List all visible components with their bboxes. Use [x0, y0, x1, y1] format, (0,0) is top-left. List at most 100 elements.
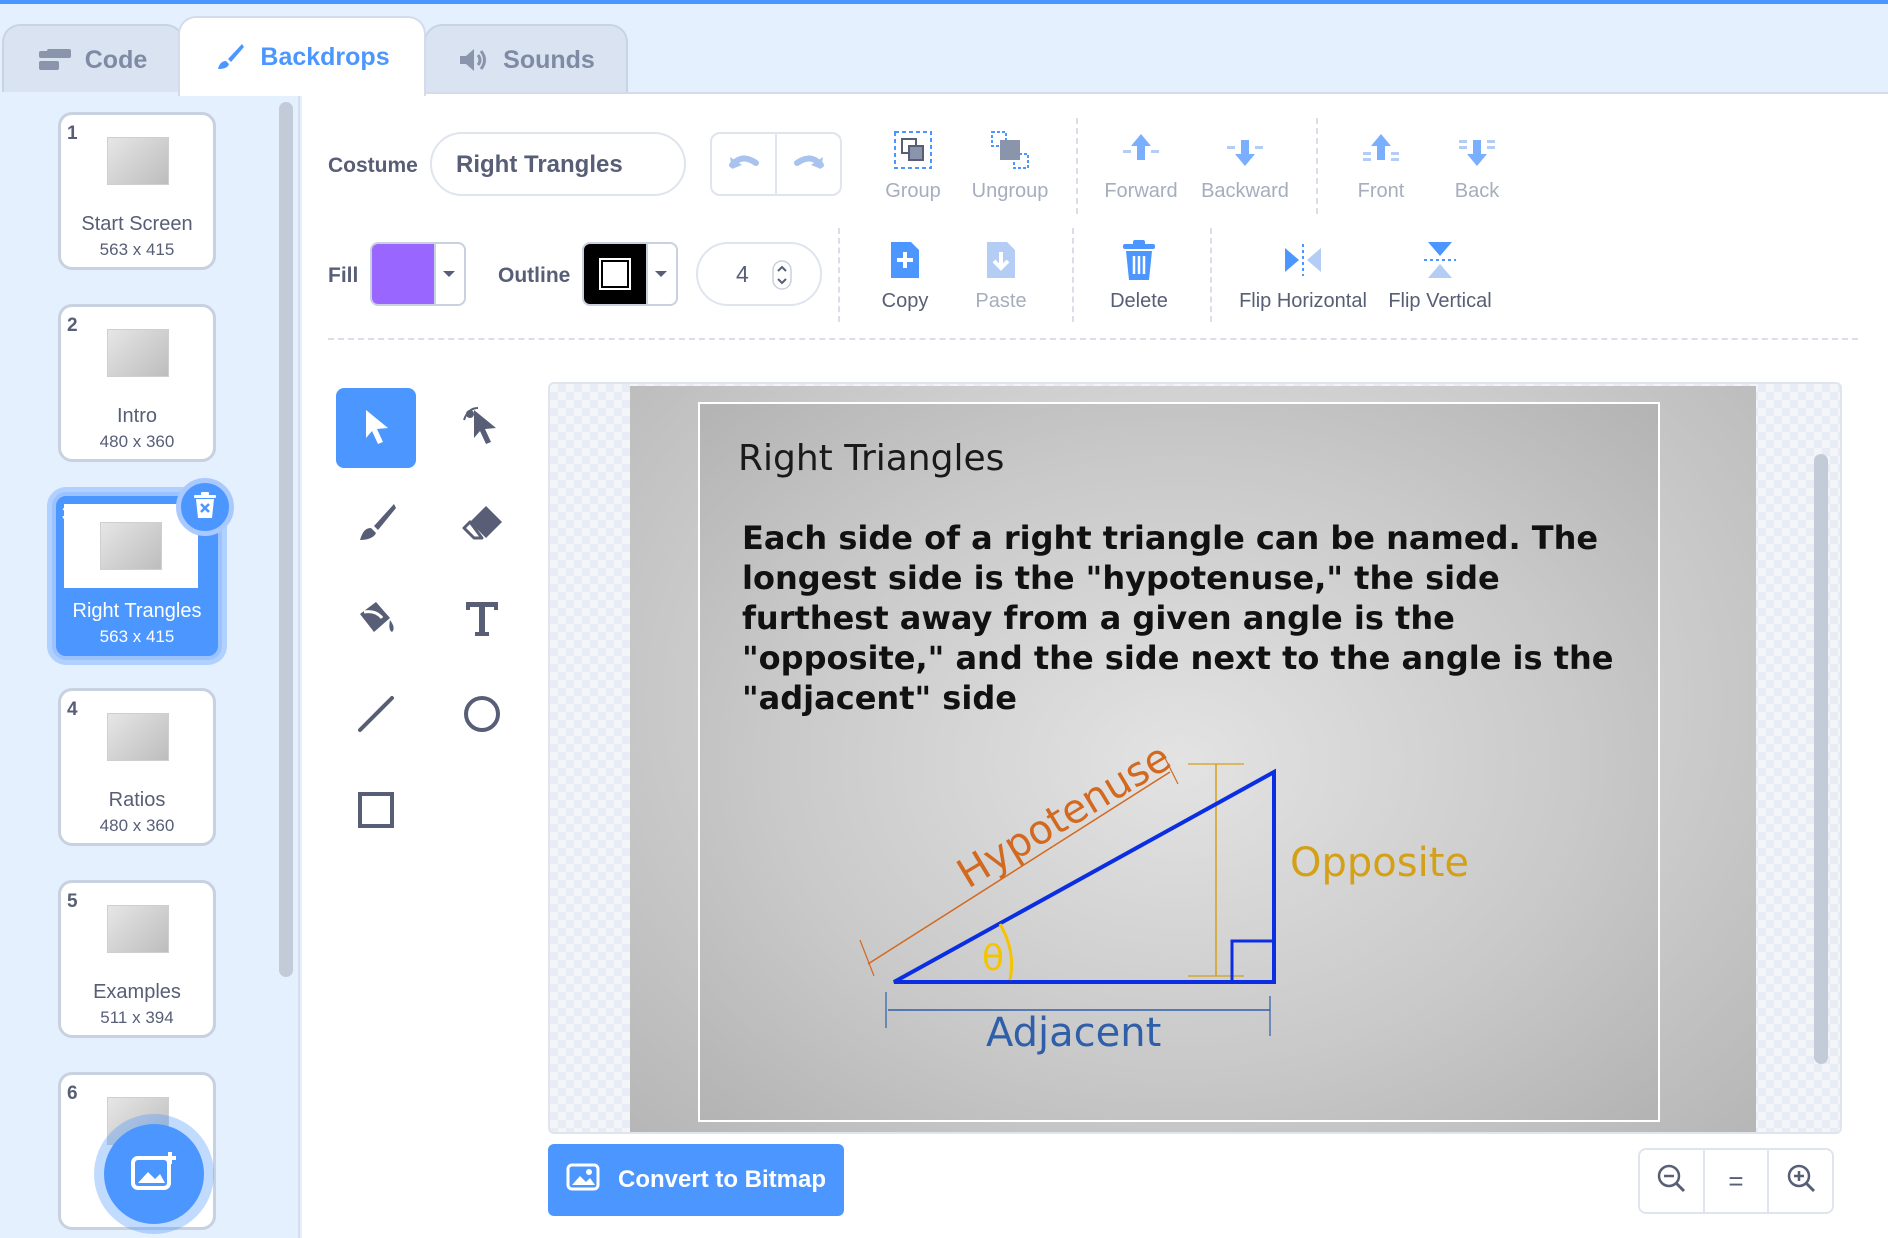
undo-button[interactable]	[712, 134, 777, 194]
front-icon	[1326, 126, 1436, 174]
backdrop-number: 5	[67, 891, 78, 912]
delete-backdrop-button[interactable]	[176, 478, 234, 536]
arrow-cursor-icon	[358, 406, 394, 451]
opposite-label: Opposite	[1290, 840, 1469, 886]
reshape-tool[interactable]	[442, 388, 522, 468]
group-button[interactable]: Group	[858, 126, 968, 203]
outline-width-stepper[interactable]: 4	[696, 242, 822, 306]
back-label: Back	[1454, 180, 1500, 202]
backdrop-item-1[interactable]: 1 Start Screen 563 x 415	[58, 112, 216, 270]
outline-color-picker[interactable]	[582, 242, 678, 306]
zoom-out-button[interactable]	[1640, 1150, 1705, 1212]
backdrop-name: Right Trangles	[72, 600, 202, 622]
backdrop-name: Ratios	[108, 789, 166, 811]
flip-horizontal-label: Flip Horizontal	[1239, 290, 1367, 312]
paint-bucket-icon	[354, 596, 398, 645]
flip-vertical-button[interactable]: Flip Vertical	[1374, 236, 1506, 313]
fill-swatch	[372, 244, 434, 304]
backward-button[interactable]: Backward	[1190, 126, 1300, 203]
outline-label: Outline	[498, 264, 571, 287]
hypotenuse-guide-tick	[859, 939, 875, 977]
tab-label: Backdrops	[260, 42, 390, 71]
fill-tool[interactable]	[336, 580, 416, 660]
front-button[interactable]: Front	[1326, 126, 1436, 203]
backdrop-size: 511 x 394	[100, 1008, 174, 1027]
delete-button[interactable]: Delete	[1084, 236, 1194, 313]
copy-label: Copy	[881, 290, 929, 312]
backward-icon	[1190, 126, 1300, 174]
backdrop-size: 480 x 360	[99, 432, 175, 451]
redo-button[interactable]	[777, 134, 840, 194]
outline-swatch	[584, 244, 646, 304]
flip-vertical-label: Flip Vertical	[1388, 290, 1492, 312]
group-label: Group	[885, 180, 941, 202]
hypotenuse-label: Hypotenuse	[949, 735, 1178, 898]
canvas-scrollbar[interactable]	[1814, 454, 1828, 1064]
text-t-icon	[460, 596, 504, 645]
costume-label: Costume	[328, 154, 418, 177]
tab-backdrops[interactable]: Backdrops	[178, 16, 426, 96]
circle-icon	[460, 692, 504, 741]
reshape-cursor-icon	[460, 404, 504, 453]
backdrop-thumbnail	[107, 329, 169, 377]
delete-label: Delete	[1110, 290, 1168, 312]
backdrop-thumbnail	[100, 522, 162, 570]
costume-name-input[interactable]: Right Trangles	[430, 132, 686, 196]
choose-backdrop-button[interactable]	[104, 1124, 204, 1224]
text-tool[interactable]	[442, 580, 522, 660]
fill-label: Fill	[328, 264, 359, 287]
circle-tool[interactable]	[442, 676, 522, 756]
stepper-arrows-icon[interactable]	[772, 260, 792, 296]
chevron-down-icon	[434, 244, 462, 304]
backdrop-number: 2	[67, 315, 78, 336]
redo-icon	[793, 151, 825, 178]
fill-color-picker[interactable]	[370, 242, 466, 306]
front-label: Front	[1357, 180, 1405, 202]
triangle-diagram: θ Hypotenuse Opposite Adjacent	[859, 735, 1469, 1056]
convert-to-bitmap-button[interactable]: Convert to Bitmap	[548, 1144, 844, 1216]
flip-horizontal-button[interactable]: Flip Horizontal	[1232, 236, 1374, 313]
rectangle-icon	[354, 788, 398, 837]
theta-label: θ	[982, 938, 1004, 979]
eraser-tool[interactable]	[442, 484, 522, 564]
back-button[interactable]: Back	[1422, 126, 1532, 203]
backdrop-item-4[interactable]: 4 Ratios 480 x 360	[58, 688, 216, 846]
backdrop-size: 563 x 415	[99, 240, 175, 259]
forward-button[interactable]: Forward	[1086, 126, 1196, 203]
flip-horizontal-icon	[1232, 236, 1374, 284]
undo-redo-group	[710, 132, 842, 196]
ungroup-icon	[955, 126, 1065, 174]
backdrop-thumbnail	[107, 905, 169, 953]
eraser-icon	[460, 500, 504, 549]
zoom-reset-button[interactable]: =	[1705, 1150, 1770, 1212]
slide-content: Right Triangles Each side of a right tri…	[698, 402, 1660, 1122]
select-tool[interactable]	[336, 388, 416, 468]
toolbar-separator	[328, 338, 1858, 340]
brush-tool[interactable]	[336, 484, 416, 564]
backdrop-item-5[interactable]: 5 Examples 511 x 394	[58, 880, 216, 1038]
zoom-out-icon	[1656, 1163, 1686, 1200]
backdrop-stage: Right Triangles Each side of a right tri…	[630, 386, 1756, 1132]
line-tool[interactable]	[336, 676, 416, 756]
tab-code[interactable]: Code	[2, 24, 184, 94]
copy-button[interactable]: Copy	[850, 236, 960, 313]
ungroup-button[interactable]: Ungroup	[955, 126, 1065, 203]
speaker-icon	[457, 46, 489, 74]
backdrop-size: 480 x 360	[99, 816, 175, 835]
copy-icon	[850, 236, 960, 284]
backdrop-item-2[interactable]: 2 Intro 480 x 360	[58, 304, 216, 462]
brush-icon	[354, 500, 398, 549]
image-icon	[566, 1163, 600, 1198]
zoom-in-button[interactable]	[1769, 1150, 1832, 1212]
backdrop-list: 1 Start Screen 563 x 415 2 Intro 480 x 3…	[0, 92, 300, 1238]
drawing-canvas[interactable]: Right Triangles Each side of a right tri…	[548, 382, 1842, 1134]
paste-button[interactable]: Paste	[946, 236, 1056, 313]
rectangle-tool[interactable]	[336, 772, 416, 852]
code-icon	[38, 49, 71, 71]
paintbrush-icon	[214, 41, 246, 73]
sidebar-scrollbar[interactable]	[279, 102, 293, 977]
backdrop-name: Start Screen	[81, 213, 193, 235]
backdrop-number: 6	[67, 1083, 78, 1104]
add-image-icon	[130, 1150, 178, 1199]
tab-sounds[interactable]: Sounds	[424, 24, 628, 94]
